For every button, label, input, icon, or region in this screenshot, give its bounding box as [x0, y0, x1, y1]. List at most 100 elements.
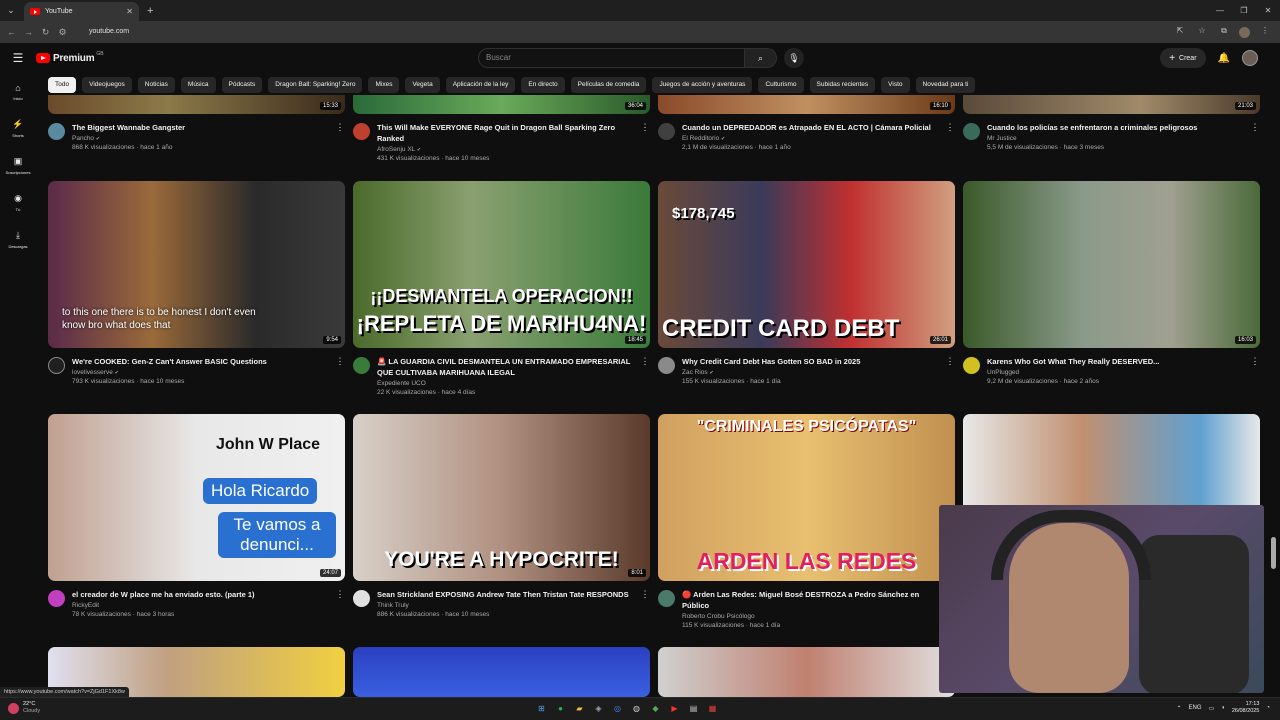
more-actions-icon[interactable]: ⋮: [335, 589, 345, 618]
video-thumbnail[interactable]: "CRIMINALES PSICÓPATAS" ARDEN LAS REDES: [658, 414, 955, 581]
chip-en-directo[interactable]: En directo: [521, 77, 565, 93]
account-avatar[interactable]: [1242, 50, 1258, 66]
video-card[interactable]: 15:33 The Biggest Wannabe Gangster Panch…: [48, 95, 345, 151]
video-title[interactable]: Why Credit Card Debt Has Gotten SO BAD i…: [682, 356, 945, 367]
video-thumbnail[interactable]: 15:33: [48, 95, 345, 114]
video-card[interactable]: ¡¡DESMANTELA OPERACION!! ¡REPLETA DE MAR…: [353, 181, 650, 396]
weather-widget[interactable]: 22°C Cloudy: [8, 701, 40, 715]
more-actions-icon[interactable]: ⋮: [945, 356, 955, 385]
steam-icon[interactable]: ◈: [592, 702, 605, 715]
video-card[interactable]: $178,745 CREDIT CARD DEBT 26:01 Why Cred…: [658, 181, 955, 385]
channel-name[interactable]: lovelivesserve ✔: [72, 369, 335, 376]
video-card[interactable]: "CRIMINALES PSICÓPATAS" ARDEN LAS REDES …: [658, 414, 955, 629]
tray-overflow-icon[interactable]: ⌃: [1177, 705, 1182, 712]
app-icon[interactable]: ◆: [649, 702, 662, 715]
network-icon[interactable]: ▭: [1209, 705, 1215, 712]
page-scrollbar[interactable]: [1271, 537, 1276, 569]
channel-avatar[interactable]: [48, 123, 65, 140]
taskbar-clock[interactable]: 17:13 26/08/2025: [1232, 701, 1260, 715]
channel-name[interactable]: UnPlugged: [987, 369, 1250, 376]
more-actions-icon[interactable]: ⋮: [335, 122, 345, 151]
video-thumbnail[interactable]: John W Place Hola Ricardo Te vamos a den…: [48, 414, 345, 581]
spotify-icon[interactable]: ●: [554, 702, 567, 715]
guide-item-shorts[interactable]: ⚡ Shorts: [0, 110, 36, 147]
search-button[interactable]: ⌕: [745, 48, 777, 68]
chip-podcasts[interactable]: Pódcasts: [221, 77, 263, 93]
video-thumbnail[interactable]: ¡¡DESMANTELA OPERACION!! ¡REPLETA DE MAR…: [353, 181, 650, 348]
browser-menu-icon[interactable]: ⋮: [1258, 26, 1272, 38]
chip-noticias[interactable]: Noticias: [137, 77, 175, 93]
video-thumbnail[interactable]: [658, 647, 955, 697]
chip-videojuegos[interactable]: Videojuegos: [82, 77, 132, 93]
close-window-icon[interactable]: ✕: [1256, 0, 1280, 21]
chip-dragon-ball[interactable]: Dragon Ball: Sparking! Zero: [268, 77, 363, 93]
video-title[interactable]: Sean Strickland EXPOSING Andrew Tate The…: [377, 589, 640, 600]
app-icon[interactable]: ▤: [687, 702, 700, 715]
channel-avatar[interactable]: [658, 357, 675, 374]
maximize-icon[interactable]: ❐: [1232, 0, 1256, 21]
app-icon[interactable]: ▦: [706, 702, 719, 715]
video-title[interactable]: We're COOKED: Gen-Z Can't Answer BASIC Q…: [72, 356, 335, 367]
back-icon[interactable]: ←: [3, 27, 20, 37]
video-thumbnail[interactable]: 16:10: [658, 95, 955, 114]
video-title[interactable]: el creador de W place me ha enviado esto…: [72, 589, 335, 600]
more-actions-icon[interactable]: ⋮: [640, 589, 650, 618]
chip-peliculas-comedia[interactable]: Películas de comedia: [570, 77, 647, 93]
video-card[interactable]: 16:10 Cuando un DEPREDADOR es Atrapado E…: [658, 95, 955, 151]
browser-profile-icon[interactable]: [1239, 27, 1250, 38]
forward-icon[interactable]: →: [20, 27, 37, 37]
channel-avatar[interactable]: [658, 123, 675, 140]
search-input[interactable]: Buscar: [478, 48, 745, 68]
video-card[interactable]: to this one there is to be honest I don'…: [48, 181, 345, 385]
video-title[interactable]: This Will Make EVERYONE Rage Quit in Dra…: [377, 122, 640, 144]
guide-item-you[interactable]: ◉ Tú: [0, 184, 36, 221]
channel-name[interactable]: AfroSenju XL ✔: [377, 146, 640, 153]
guide-item-downloads[interactable]: ⤓ Descargas: [0, 221, 36, 258]
bookmark-star-icon[interactable]: ☆: [1195, 26, 1209, 38]
video-title[interactable]: The Biggest Wannabe Gangster: [72, 122, 335, 133]
video-thumbnail[interactable]: 21:03: [963, 95, 1260, 114]
voice-search-button[interactable]: 🎙: [784, 48, 804, 68]
video-title[interactable]: Cuando un DEPREDADOR es Atrapado EN EL A…: [682, 122, 945, 133]
channel-name[interactable]: El Redditorio ✔: [682, 135, 945, 142]
chip-vegeta[interactable]: Vegeta: [405, 77, 440, 93]
browser-tab-youtube[interactable]: YouTube ✕: [24, 2, 139, 21]
channel-avatar[interactable]: [353, 590, 370, 607]
chip-culturismo[interactable]: Culturismo: [758, 77, 804, 93]
video-card[interactable]: [658, 647, 955, 697]
video-thumbnail[interactable]: 16:03: [963, 181, 1260, 348]
channel-name[interactable]: RickyEdit: [72, 602, 335, 609]
video-card[interactable]: 36:04 This Will Make EVERYONE Rage Quit …: [353, 95, 650, 162]
channel-avatar[interactable]: [963, 123, 980, 140]
chip-todo[interactable]: Todo: [48, 77, 77, 93]
channel-avatar[interactable]: [963, 357, 980, 374]
chip-novedad[interactable]: Novedad para ti: [915, 77, 976, 93]
channel-name[interactable]: Think Truly: [377, 602, 640, 609]
video-thumbnail[interactable]: to this one there is to be honest I don'…: [48, 181, 345, 348]
extensions-icon[interactable]: ⧉: [1217, 26, 1231, 38]
minimize-icon[interactable]: —: [1208, 0, 1232, 21]
chip-aplicacion-ley[interactable]: Aplicación de la ley: [445, 77, 516, 93]
chrome-icon[interactable]: ◎: [611, 702, 624, 715]
more-actions-icon[interactable]: ⋮: [640, 122, 650, 162]
more-actions-icon[interactable]: ⋮: [1250, 122, 1260, 151]
more-actions-icon[interactable]: ⋮: [945, 122, 955, 151]
guide-item-home[interactable]: ⌂ Inicio: [0, 73, 36, 110]
notifications-bell-icon[interactable]: 🔔: [1218, 53, 1230, 64]
video-card[interactable]: 21:03 Cuando los policías se enfrentaron…: [963, 95, 1260, 151]
channel-name[interactable]: Roberto Crobu Psicólogo: [682, 613, 945, 620]
site-info-icon[interactable]: ⚙: [54, 27, 71, 38]
video-card[interactable]: 16:03 Karens Who Got What They Really DE…: [963, 181, 1260, 385]
open-in-app-icon[interactable]: ⇱: [1173, 26, 1187, 38]
video-card[interactable]: [353, 647, 650, 697]
video-title[interactable]: Cuando los policías se enfrentaron a cri…: [987, 122, 1250, 133]
video-card[interactable]: John W Place Hola Ricardo Te vamos a den…: [48, 414, 345, 618]
app-icon[interactable]: ◍: [630, 702, 643, 715]
video-thumbnail[interactable]: 36:04: [353, 95, 650, 114]
channel-avatar[interactable]: [353, 123, 370, 140]
channel-name[interactable]: Mr Justice: [987, 135, 1250, 142]
video-title[interactable]: 🚨 LA GUARDIA CIVIL DESMANTELA UN ENTRAMA…: [377, 356, 640, 378]
channel-avatar[interactable]: [48, 357, 65, 374]
windows-start-icon[interactable]: ⊞: [535, 702, 548, 715]
more-actions-icon[interactable]: ⋮: [1250, 356, 1260, 385]
